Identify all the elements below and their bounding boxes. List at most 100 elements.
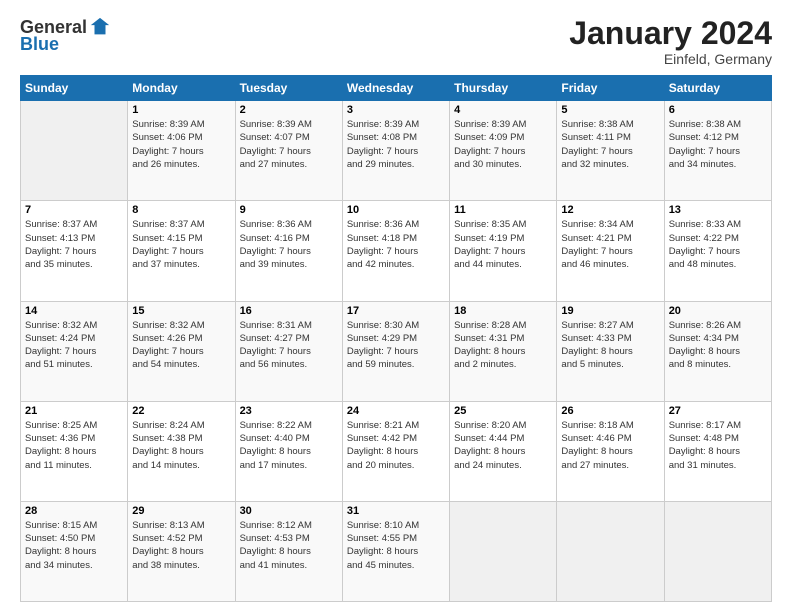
day-number: 4	[454, 104, 552, 116]
day-info: Sunrise: 8:34 AM Sunset: 4:21 PM Dayligh…	[561, 218, 659, 271]
calendar-cell: 12 Sunrise: 8:34 AM Sunset: 4:21 PM Dayli…	[557, 201, 664, 301]
calendar-subtitle: Einfeld, Germany	[569, 51, 772, 67]
day-number: 14	[25, 305, 123, 317]
calendar-week-4: 21Sunrise: 8:25 AM Sunset: 4:36 PM Dayli…	[21, 401, 772, 501]
calendar-week-2: 7 Sunrise: 8:37 AM Sunset: 4:13 PM Daylig…	[21, 201, 772, 301]
day-info: Sunrise: 8:35 AM Sunset: 4:19 PM Dayligh…	[454, 218, 552, 271]
calendar-cell: 5 Sunrise: 8:38 AM Sunset: 4:11 PM Daylig…	[557, 101, 664, 201]
day-number: 19	[561, 305, 659, 317]
calendar-cell	[21, 101, 128, 201]
col-saturday: Saturday	[664, 76, 771, 101]
calendar-cell: 9 Sunrise: 8:36 AM Sunset: 4:16 PM Daylig…	[235, 201, 342, 301]
calendar-table: Sunday Monday Tuesday Wednesday Thursday…	[20, 75, 772, 602]
calendar-cell	[557, 501, 664, 601]
day-info: Sunrise: 8:20 AM Sunset: 4:44 PM Dayligh…	[454, 419, 552, 472]
day-number: 26	[561, 405, 659, 417]
day-number: 18	[454, 305, 552, 317]
day-number: 12	[561, 204, 659, 216]
col-sunday: Sunday	[21, 76, 128, 101]
day-number: 29	[132, 505, 230, 517]
day-info: Sunrise: 8:25 AM Sunset: 4:36 PM Dayligh…	[25, 419, 123, 472]
day-number: 22	[132, 405, 230, 417]
calendar-cell: 20 Sunrise: 8:26 AM Sunset: 4:34 PM Dayli…	[664, 301, 771, 401]
calendar-cell: 7 Sunrise: 8:37 AM Sunset: 4:13 PM Daylig…	[21, 201, 128, 301]
day-info: Sunrise: 8:32 AM Sunset: 4:26 PM Dayligh…	[132, 319, 230, 372]
day-info: Sunrise: 8:39 AM Sunset: 4:08 PM Dayligh…	[347, 118, 445, 171]
day-info: Sunrise: 8:37 AM Sunset: 4:13 PM Dayligh…	[25, 218, 123, 271]
header: General Blue January 2024 Einfeld, Germa…	[20, 16, 772, 67]
calendar-cell: 18 Sunrise: 8:28 AM Sunset: 4:31 PM Dayli…	[450, 301, 557, 401]
logo-icon	[89, 16, 111, 38]
day-info: Sunrise: 8:36 AM Sunset: 4:16 PM Dayligh…	[240, 218, 338, 271]
day-info: Sunrise: 8:38 AM Sunset: 4:11 PM Dayligh…	[561, 118, 659, 171]
day-number: 25	[454, 405, 552, 417]
calendar-cell: 24Sunrise: 8:21 AM Sunset: 4:42 PM Dayli…	[342, 401, 449, 501]
day-number: 7	[25, 204, 123, 216]
col-tuesday: Tuesday	[235, 76, 342, 101]
day-number: 24	[347, 405, 445, 417]
calendar-cell: 1 Sunrise: 8:39 AM Sunset: 4:06 PM Daylig…	[128, 101, 235, 201]
title-block: January 2024 Einfeld, Germany	[569, 16, 772, 67]
day-number: 1	[132, 104, 230, 116]
day-number: 3	[347, 104, 445, 116]
calendar-cell: 10Sunrise: 8:36 AM Sunset: 4:18 PM Dayli…	[342, 201, 449, 301]
calendar-cell: 3 Sunrise: 8:39 AM Sunset: 4:08 PM Daylig…	[342, 101, 449, 201]
calendar-cell: 22 Sunrise: 8:24 AM Sunset: 4:38 PM Dayli…	[128, 401, 235, 501]
calendar-cell: 31Sunrise: 8:10 AM Sunset: 4:55 PM Dayli…	[342, 501, 449, 601]
day-info: Sunrise: 8:24 AM Sunset: 4:38 PM Dayligh…	[132, 419, 230, 472]
calendar-cell: 14Sunrise: 8:32 AM Sunset: 4:24 PM Dayli…	[21, 301, 128, 401]
calendar-cell: 6Sunrise: 8:38 AM Sunset: 4:12 PM Daylig…	[664, 101, 771, 201]
day-info: Sunrise: 8:28 AM Sunset: 4:31 PM Dayligh…	[454, 319, 552, 372]
col-friday: Friday	[557, 76, 664, 101]
calendar-cell: 16Sunrise: 8:31 AM Sunset: 4:27 PM Dayli…	[235, 301, 342, 401]
calendar-cell: 25 Sunrise: 8:20 AM Sunset: 4:44 PM Dayli…	[450, 401, 557, 501]
calendar-week-1: 1 Sunrise: 8:39 AM Sunset: 4:06 PM Daylig…	[21, 101, 772, 201]
day-number: 23	[240, 405, 338, 417]
day-info: Sunrise: 8:22 AM Sunset: 4:40 PM Dayligh…	[240, 419, 338, 472]
day-info: Sunrise: 8:39 AM Sunset: 4:09 PM Dayligh…	[454, 118, 552, 171]
day-number: 31	[347, 505, 445, 517]
day-info: Sunrise: 8:39 AM Sunset: 4:06 PM Dayligh…	[132, 118, 230, 171]
calendar-cell: 2Sunrise: 8:39 AM Sunset: 4:07 PM Daylig…	[235, 101, 342, 201]
page: General Blue January 2024 Einfeld, Germa…	[0, 0, 792, 612]
calendar-cell: 15 Sunrise: 8:32 AM Sunset: 4:26 PM Dayli…	[128, 301, 235, 401]
calendar-cell: 19 Sunrise: 8:27 AM Sunset: 4:33 PM Dayli…	[557, 301, 664, 401]
calendar-week-3: 14Sunrise: 8:32 AM Sunset: 4:24 PM Dayli…	[21, 301, 772, 401]
calendar-cell: 13 Sunrise: 8:33 AM Sunset: 4:22 PM Dayli…	[664, 201, 771, 301]
calendar-cell: 23 Sunrise: 8:22 AM Sunset: 4:40 PM Dayli…	[235, 401, 342, 501]
day-info: Sunrise: 8:17 AM Sunset: 4:48 PM Dayligh…	[669, 419, 767, 472]
calendar-cell: 4 Sunrise: 8:39 AM Sunset: 4:09 PM Daylig…	[450, 101, 557, 201]
day-info: Sunrise: 8:18 AM Sunset: 4:46 PM Dayligh…	[561, 419, 659, 472]
calendar-title: January 2024	[569, 16, 772, 51]
day-number: 13	[669, 204, 767, 216]
col-thursday: Thursday	[450, 76, 557, 101]
day-info: Sunrise: 8:26 AM Sunset: 4:34 PM Dayligh…	[669, 319, 767, 372]
day-number: 30	[240, 505, 338, 517]
day-number: 5	[561, 104, 659, 116]
day-number: 20	[669, 305, 767, 317]
day-info: Sunrise: 8:38 AM Sunset: 4:12 PM Dayligh…	[669, 118, 767, 171]
day-number: 8	[132, 204, 230, 216]
day-info: Sunrise: 8:27 AM Sunset: 4:33 PM Dayligh…	[561, 319, 659, 372]
calendar-header-row: Sunday Monday Tuesday Wednesday Thursday…	[21, 76, 772, 101]
day-info: Sunrise: 8:33 AM Sunset: 4:22 PM Dayligh…	[669, 218, 767, 271]
day-number: 9	[240, 204, 338, 216]
day-info: Sunrise: 8:30 AM Sunset: 4:29 PM Dayligh…	[347, 319, 445, 372]
calendar-cell	[450, 501, 557, 601]
day-info: Sunrise: 8:15 AM Sunset: 4:50 PM Dayligh…	[25, 519, 123, 572]
calendar-cell: 30Sunrise: 8:12 AM Sunset: 4:53 PM Dayli…	[235, 501, 342, 601]
day-number: 11	[454, 204, 552, 216]
day-info: Sunrise: 8:39 AM Sunset: 4:07 PM Dayligh…	[240, 118, 338, 171]
day-info: Sunrise: 8:37 AM Sunset: 4:15 PM Dayligh…	[132, 218, 230, 271]
day-number: 15	[132, 305, 230, 317]
col-wednesday: Wednesday	[342, 76, 449, 101]
calendar-week-5: 28Sunrise: 8:15 AM Sunset: 4:50 PM Dayli…	[21, 501, 772, 601]
calendar-cell: 11 Sunrise: 8:35 AM Sunset: 4:19 PM Dayli…	[450, 201, 557, 301]
day-info: Sunrise: 8:13 AM Sunset: 4:52 PM Dayligh…	[132, 519, 230, 572]
calendar-cell: 27Sunrise: 8:17 AM Sunset: 4:48 PM Dayli…	[664, 401, 771, 501]
calendar-cell: 28Sunrise: 8:15 AM Sunset: 4:50 PM Dayli…	[21, 501, 128, 601]
calendar-cell: 8 Sunrise: 8:37 AM Sunset: 4:15 PM Daylig…	[128, 201, 235, 301]
day-number: 17	[347, 305, 445, 317]
day-number: 10	[347, 204, 445, 216]
day-number: 16	[240, 305, 338, 317]
